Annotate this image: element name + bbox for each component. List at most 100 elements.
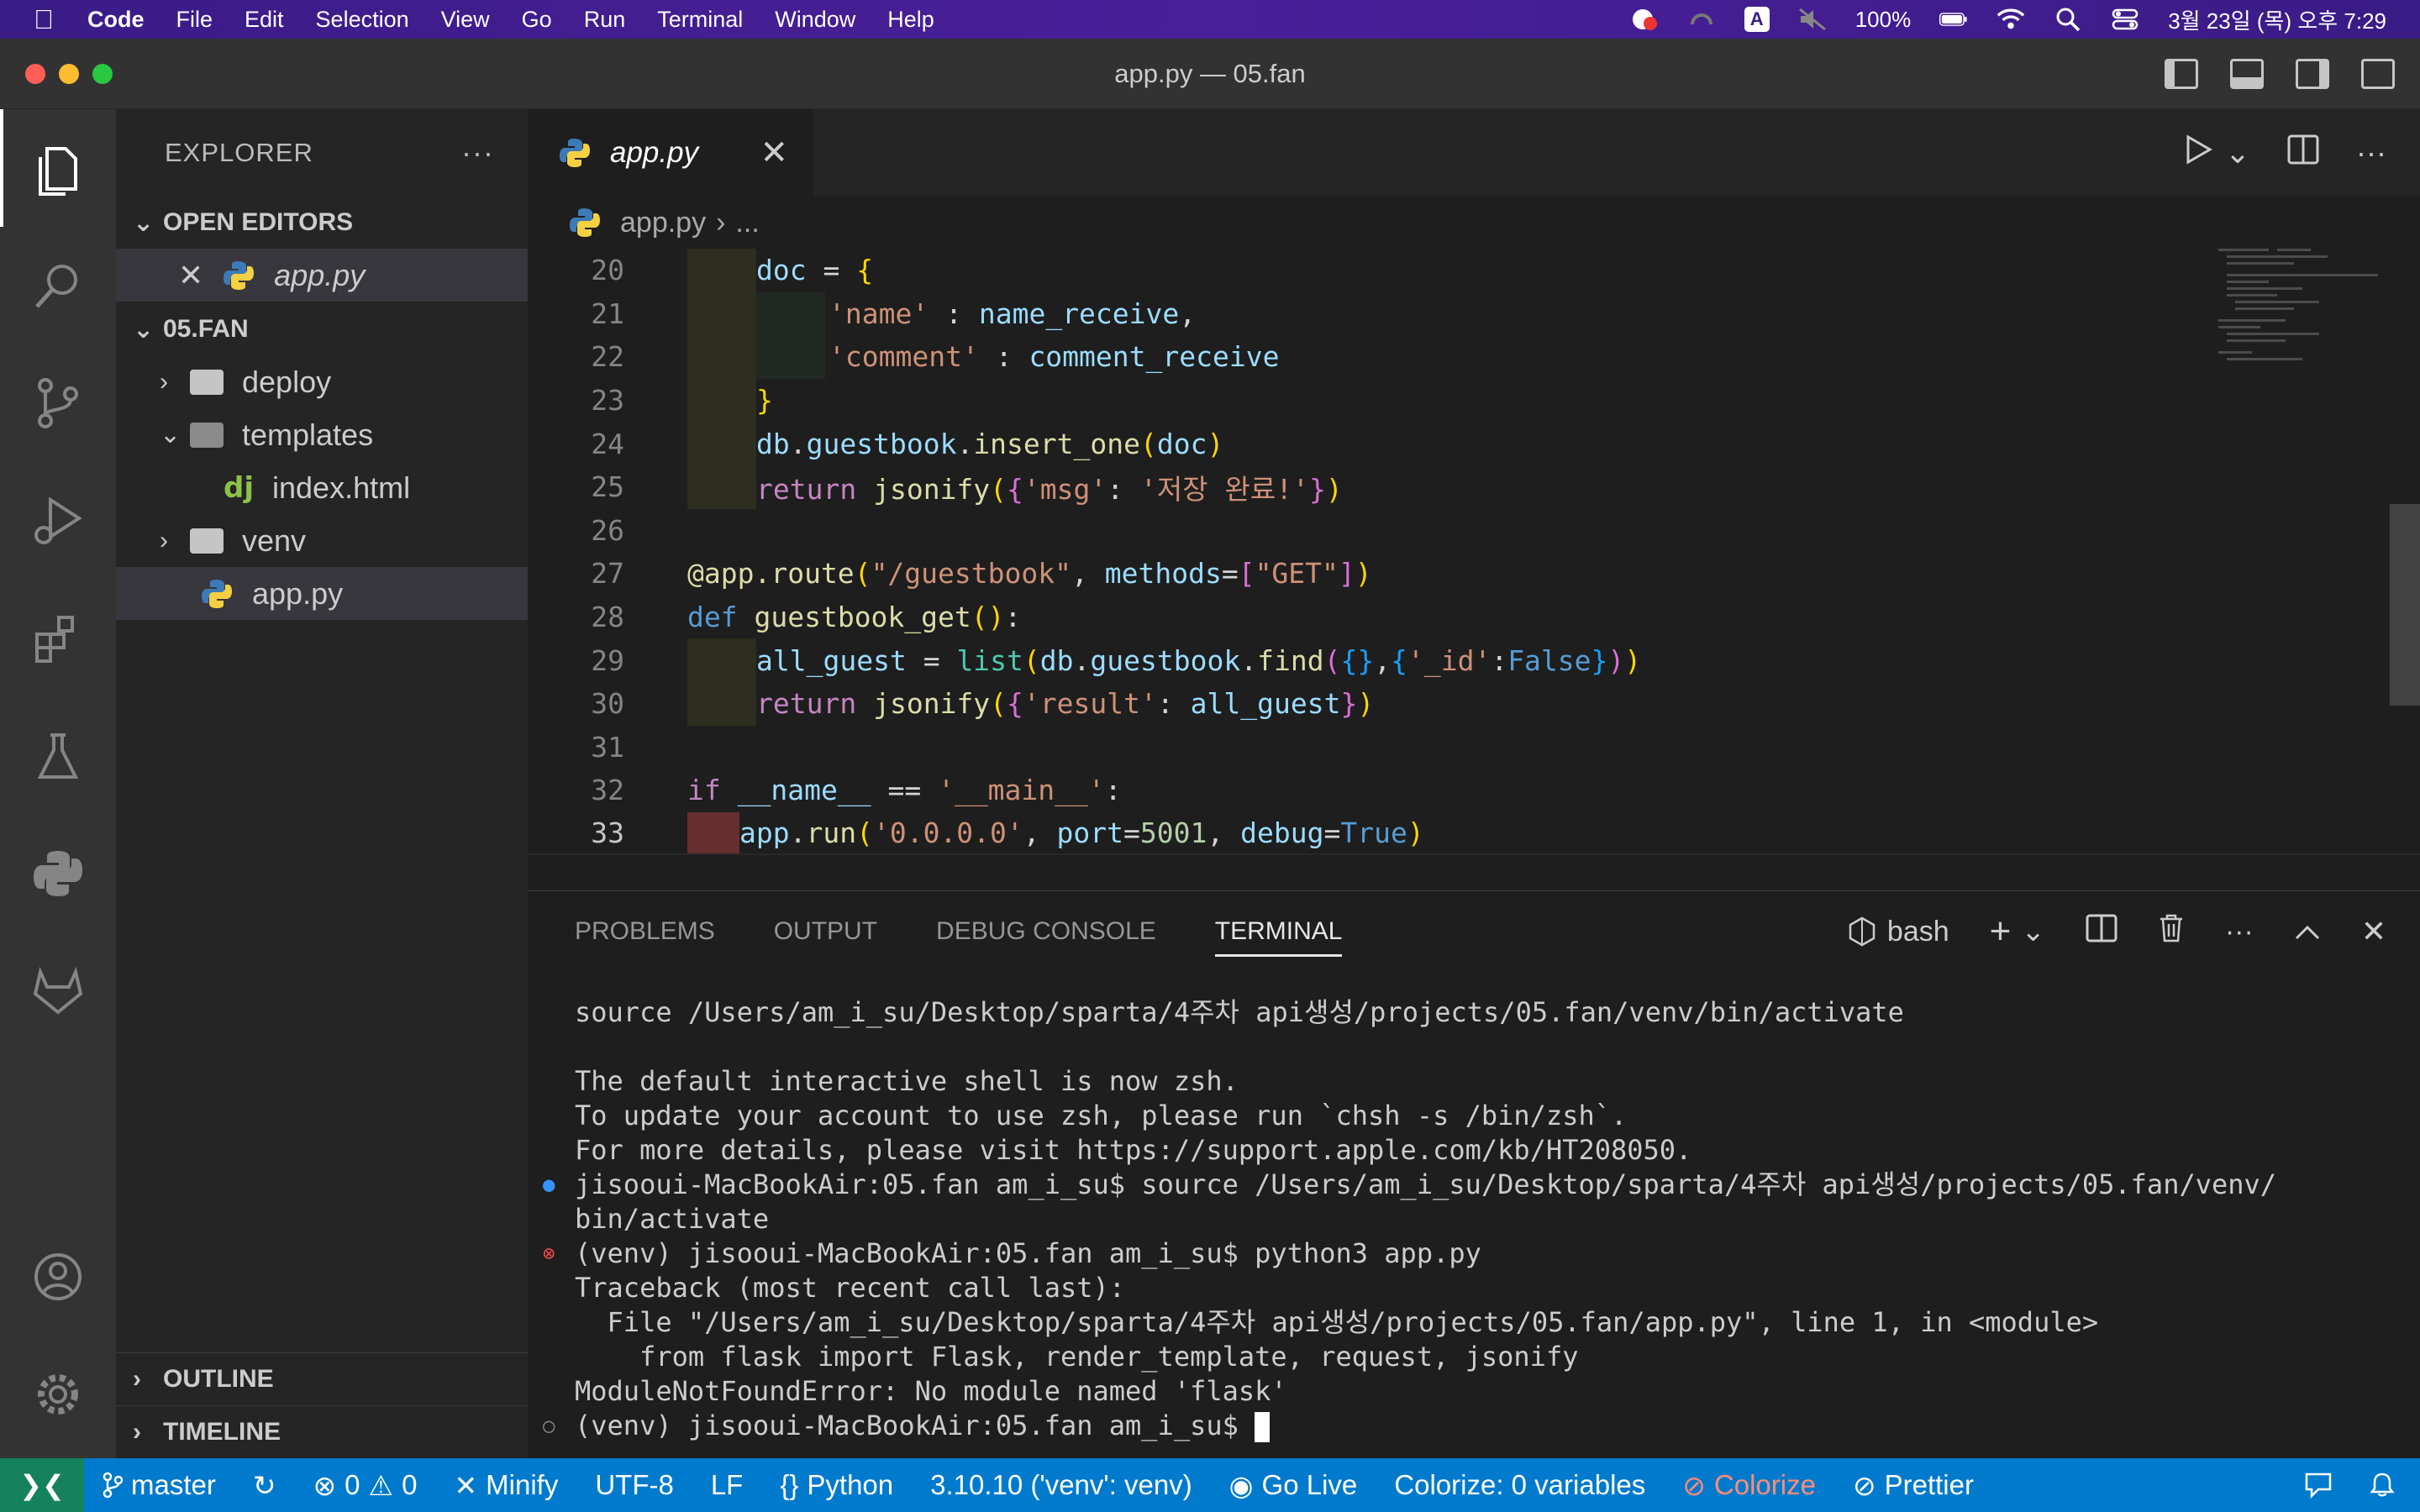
eol-status[interactable]: LF [692, 1469, 762, 1501]
chevron-down-icon[interactable]: ⌄ [2225, 135, 2250, 171]
code-line: 24 db.guestbook.insert_one(doc) [528, 422, 2420, 465]
accounts-icon[interactable] [0, 1218, 116, 1336]
language-mode-status[interactable]: {} Python [761, 1469, 912, 1501]
extensions-icon[interactable] [0, 580, 116, 697]
problems-status[interactable]: ⊗ 0 ⚠ 0 [295, 1469, 436, 1502]
search-icon[interactable] [0, 227, 116, 344]
git-branch-status[interactable]: master [84, 1469, 234, 1501]
kill-terminal-trash-icon[interactable] [2158, 913, 2185, 951]
menu-terminal[interactable]: Terminal [641, 7, 759, 33]
apple-logo-icon[interactable]:  [0, 4, 87, 35]
toggle-panel-icon[interactable] [2230, 58, 2264, 89]
menu-app-name[interactable]: Code [87, 7, 160, 33]
tree-item-label: venv [242, 522, 307, 558]
close-icon[interactable]: ✕ [178, 258, 203, 293]
explorer-icon[interactable] [0, 109, 116, 227]
more-actions-icon[interactable]: ··· [2225, 916, 2254, 948]
run-and-debug-icon[interactable] [0, 462, 116, 580]
gitlab-icon[interactable] [0, 932, 116, 1050]
tree-folder-deploy[interactable]: › deploy [116, 355, 528, 408]
menu-run[interactable]: Run [568, 7, 642, 33]
tab-output[interactable]: OUTPUT [774, 891, 877, 972]
manage-gear-icon[interactable] [0, 1336, 116, 1453]
input-source-icon[interactable]: A [1744, 7, 1770, 32]
terminal-output[interactable]: source /Users/am_i_su/Desktop/sparta/4주차… [543, 995, 2373, 1443]
explorer-sidebar: EXPLORER ··· ⌄ OPEN EDITORS ✕ app.py ⌄ 0… [116, 109, 528, 1458]
more-actions-icon[interactable]: ··· [2356, 135, 2386, 171]
tree-file-index-html[interactable]: dj index.html [116, 461, 528, 514]
indent-guide [687, 249, 756, 292]
code-editor[interactable]: 20 doc = { 21 'name' : name_receive, 22 … [528, 249, 2420, 890]
tab-terminal[interactable]: TERMINAL [1214, 891, 1342, 972]
minify-status[interactable]: ✕ Minify [435, 1469, 576, 1502]
terminal-shell-selector[interactable]: bash [1849, 916, 1949, 948]
open-editors-section[interactable]: ⌄ OPEN EDITORS [116, 197, 528, 249]
colorize-status[interactable]: ⊘ Colorize [1664, 1469, 1834, 1502]
menu-edit[interactable]: Edit [229, 7, 300, 33]
breadcrumb-file[interactable]: app.py [620, 207, 706, 239]
tab-debug-console[interactable]: DEBUG CONSOLE [936, 891, 1156, 972]
tab-problems[interactable]: PROBLEMS [575, 891, 715, 972]
testing-icon[interactable] [0, 697, 116, 815]
run-python-file-icon[interactable] [2185, 134, 2213, 172]
battery-icon[interactable] [1939, 8, 1968, 30]
tree-folder-templates[interactable]: ⌄ templates [116, 408, 528, 461]
menu-go[interactable]: Go [506, 7, 568, 33]
remote-indicator-icon[interactable]: ❯❮ [0, 1458, 84, 1512]
command-error-decoration-icon[interactable]: ⊗ [543, 1236, 555, 1271]
toggle-primary-sidebar-icon[interactable] [2165, 58, 2198, 89]
new-terminal-icon[interactable]: + [1990, 911, 2012, 953]
control-center-icon[interactable] [2111, 8, 2139, 30]
menu-help[interactable]: Help [871, 7, 950, 33]
explorer-more-icon[interactable]: ··· [461, 135, 494, 171]
colorize-variables-status[interactable]: Colorize: 0 variables [1376, 1469, 1664, 1501]
command-success-decoration-icon[interactable]: ● [543, 1168, 555, 1202]
breadcrumb-symbols[interactable]: ... [735, 207, 759, 239]
editor-tab-bar: app.py ✕ ⌄ ··· [528, 109, 2420, 197]
python-interpreter-status[interactable]: 3.10.10 ('venv': venv) [912, 1469, 1211, 1501]
editor-tab-app-py[interactable]: app.py ✕ [528, 109, 813, 197]
notification-app-icon[interactable] [1630, 8, 1659, 30]
python-file-icon [200, 577, 234, 611]
menu-file[interactable]: File [160, 7, 229, 33]
menu-window[interactable]: Window [759, 7, 871, 33]
notifications-bell-icon[interactable] [2351, 1472, 2420, 1499]
headphones-icon[interactable] [1687, 8, 1716, 30]
chevron-down-icon[interactable]: ⌄ [2021, 915, 2045, 948]
menu-view[interactable]: View [425, 7, 506, 33]
encoding-status[interactable]: UTF-8 [576, 1469, 692, 1501]
spotlight-search-icon[interactable] [2054, 8, 2082, 32]
command-pending-decoration-icon[interactable]: ○ [543, 1409, 555, 1443]
timeline-section[interactable]: › TIMELINE [116, 1405, 528, 1457]
line-number: 33 [591, 816, 624, 850]
open-editor-item[interactable]: ✕ app.py [116, 249, 528, 302]
split-terminal-icon[interactable] [2086, 914, 2118, 950]
split-editor-icon[interactable] [2287, 134, 2319, 172]
minimap[interactable] [2218, 249, 2386, 375]
outline-section[interactable]: › OUTLINE [116, 1353, 528, 1405]
tree-folder-venv[interactable]: › venv [116, 514, 528, 567]
code-line: 26 [528, 509, 2420, 553]
line-number: 30 [591, 687, 624, 721]
customize-layout-icon[interactable] [2361, 58, 2395, 89]
line-number: 21 [591, 297, 624, 330]
tree-file-app-py[interactable]: app.py [116, 567, 528, 620]
close-tab-icon[interactable]: ✕ [760, 134, 788, 172]
menubar-clock[interactable]: 3월 23일 (목) 오후 7:29 [2168, 4, 2386, 35]
editor-scrollbar[interactable] [2390, 504, 2420, 706]
line-number: 22 [591, 340, 624, 374]
sync-icon[interactable]: ↻ [234, 1469, 295, 1502]
python-icon[interactable] [0, 815, 116, 932]
close-panel-icon[interactable]: ✕ [2361, 914, 2386, 949]
toggle-secondary-sidebar-icon[interactable] [2296, 58, 2329, 89]
wifi-icon[interactable] [1996, 8, 2025, 30]
prettier-status[interactable]: ⊘ Prettier [1834, 1469, 1992, 1502]
go-live-status[interactable]: ◉ Go Live [1211, 1469, 1376, 1502]
maximize-panel-icon[interactable] [2294, 916, 2321, 948]
feedback-icon[interactable] [2286, 1472, 2351, 1499]
mute-icon[interactable] [1798, 8, 1827, 31]
source-control-icon[interactable] [0, 344, 116, 462]
project-section[interactable]: ⌄ 05.FAN [116, 303, 528, 355]
menu-selection[interactable]: Selection [300, 7, 425, 33]
